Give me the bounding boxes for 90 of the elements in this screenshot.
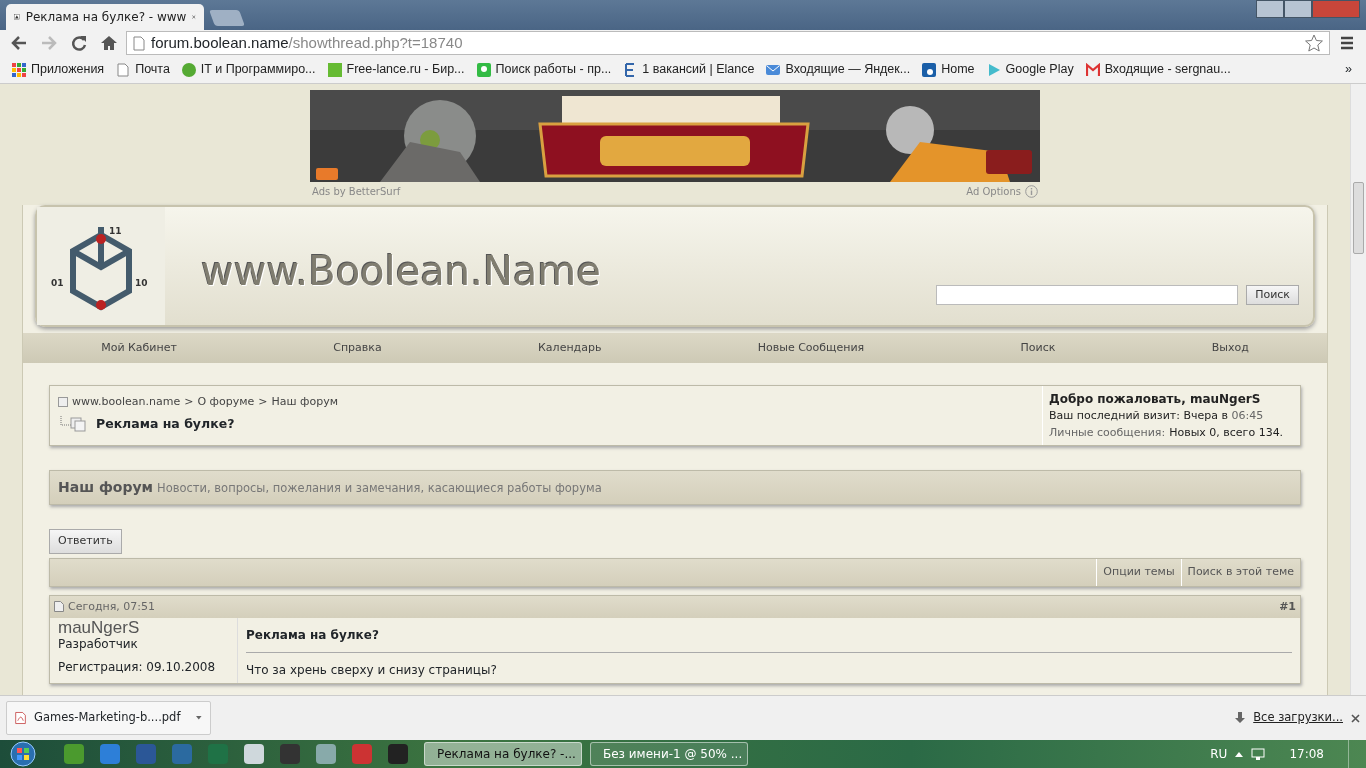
bookmark[interactable]: Google Play [980, 60, 1080, 79]
taskbar-app-icon[interactable] [316, 744, 336, 764]
breadcrumb-separator: > [184, 394, 194, 410]
breadcrumb-link[interactable]: О форуме [197, 394, 255, 411]
download-icon [1235, 712, 1246, 724]
pdf-icon [15, 709, 27, 727]
clock[interactable]: 17:08 [1289, 745, 1324, 763]
page-icon [133, 35, 145, 51]
taskbar-window-button[interactable]: Без имени-1 @ 50% ... [590, 742, 748, 766]
last-visit-text: Ваш последний визит: Вчера в 06:45 [1049, 408, 1265, 424]
reply-button[interactable]: Ответить [49, 529, 122, 554]
forward-icon [40, 34, 58, 52]
post-text: Что за хрень сверху и снизу страницы? [246, 662, 498, 679]
private-messages-count: Новых 0, всего 134. [1169, 424, 1284, 441]
menu-icon [1338, 34, 1356, 52]
close-icon[interactable] [1351, 713, 1360, 723]
new-tab-button[interactable] [209, 10, 245, 26]
breadcrumb-link[interactable]: www.boolean.name [72, 394, 181, 411]
taskbar-app-icon[interactable] [244, 744, 264, 764]
nav-link[interactable]: Выход [1211, 339, 1249, 357]
network-icon[interactable] [1251, 747, 1266, 761]
bookmark[interactable]: Home [916, 60, 981, 79]
taskbar-window-button[interactable]: Реклама на булке? -... [424, 742, 582, 766]
search-field[interactable] [936, 284, 1239, 305]
taskbar-app-icon[interactable] [388, 744, 408, 764]
nav-link[interactable]: Справка [333, 339, 382, 357]
forum-description: Новости, вопросы, пожелания и замечания, касающиеся работы форума [157, 481, 602, 495]
logo-label: 11 [109, 225, 122, 238]
maximize-button[interactable] [1284, 0, 1312, 18]
address-bar[interactable]: forum.boolean.name/showthread.php?t=18740 [126, 31, 1330, 55]
taskbar-app-icon[interactable] [64, 744, 84, 764]
breadcrumb-separator: > [258, 394, 268, 410]
square-icon [327, 62, 342, 77]
tab-title: Реклама на булке? - www [25, 9, 187, 26]
language-indicator[interactable]: RU [1210, 745, 1228, 763]
search-button[interactable]: Поиск [1246, 284, 1299, 305]
minimize-button[interactable] [1256, 0, 1284, 18]
envelope-icon [766, 62, 781, 77]
nav-link[interactable]: Календарь [538, 339, 602, 357]
triangle-icon [986, 62, 1001, 77]
square-icon [476, 62, 491, 77]
document-icon [54, 601, 64, 613]
post-date: Сегодня, 07:51 [68, 598, 156, 615]
nav-link[interactable]: Поиск [1020, 339, 1056, 357]
info-icon [1025, 185, 1038, 198]
apps-grid-icon [12, 62, 26, 77]
page-icon [116, 62, 131, 77]
all-downloads-link[interactable]: Все загрузки... [1253, 709, 1343, 727]
bookmark[interactable]: Free-lance.ru - Бир... [321, 60, 471, 79]
close-icon[interactable] [192, 12, 196, 22]
star-icon[interactable] [1305, 34, 1323, 52]
thread-tool-button[interactable]: Поиск в этой теме [1180, 558, 1300, 586]
taskbar-app-icon[interactable] [100, 744, 120, 764]
bookmark[interactable]: Входящие — Яндек... [760, 60, 917, 79]
download-item[interactable]: Games-Marketing-b....pdf [6, 701, 211, 735]
registration-date: Регистрация: 09.10.2008 [58, 660, 217, 674]
dropdown-icon [196, 715, 202, 721]
bookmark[interactable]: Почта [110, 60, 176, 79]
circle-icon [181, 62, 196, 77]
page-icon [58, 397, 68, 408]
bookmark[interactable]: IT и Программиро... [175, 60, 322, 79]
forum-name[interactable]: Наш форум [58, 479, 153, 495]
reload-icon [70, 34, 88, 52]
private-messages-link[interactable]: Личные сообщения: [1049, 424, 1166, 441]
browser-tab[interactable]: Реклама на булке? - www [6, 4, 204, 30]
nav-link[interactable]: Новые Сообщения [757, 339, 865, 357]
logo-label: 01 [51, 277, 64, 290]
bookmark[interactable]: Поиск работы - пр... [470, 60, 618, 79]
caret-icon[interactable] [1235, 751, 1244, 757]
author-role: Разработчик [58, 636, 139, 652]
nav-link[interactable]: Мой Кабинет [101, 339, 177, 357]
welcome-title: Добро пожаловать, mauNgerS [1049, 391, 1262, 408]
post-title: Реклама на булке? [246, 622, 1292, 653]
breadcrumb-link[interactable]: Наш форум [271, 394, 338, 411]
tree-branch-icon [58, 415, 88, 432]
scrollbar[interactable] [1350, 84, 1366, 695]
back-icon [10, 34, 28, 52]
home-icon [100, 34, 118, 52]
post-number[interactable]: #1 [1279, 598, 1296, 615]
bookmark[interactable]: 1 вакансий | Elance [617, 60, 761, 79]
logo-label: 10 [135, 277, 148, 290]
author-name[interactable]: mauNgerS [58, 620, 233, 636]
letter-m-icon [1085, 62, 1100, 77]
bookmark[interactable]: Входящие - sergnau... [1079, 60, 1237, 79]
thread-tool-button[interactable]: Опции темы [1096, 558, 1181, 586]
taskbar-app-icon[interactable] [280, 744, 300, 764]
bookmark[interactable]: Приложения [6, 60, 111, 79]
thread-title: Реклама на булке? [96, 414, 235, 433]
more-bookmarks-button[interactable]: » [1337, 60, 1360, 79]
url-text: forum.boolean.name/showthread.php?t=18740 [151, 32, 463, 53]
